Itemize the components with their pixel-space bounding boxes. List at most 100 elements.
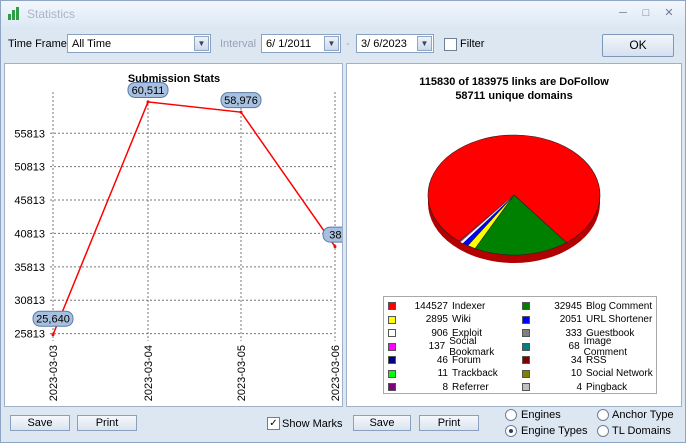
legend-label: Social Network — [586, 368, 653, 379]
interval-label: Interval — [220, 38, 257, 50]
legend-label: RSS — [586, 354, 607, 366]
statistics-window: Statistics ─ □ ✕ Time Frame All Time ▼ I… — [0, 0, 686, 443]
legend-value: 2051 — [559, 314, 582, 325]
legend-value: 46 — [436, 354, 448, 366]
legend-item: 46 Forum — [388, 353, 520, 367]
tl-domains-radio[interactable] — [597, 425, 609, 437]
toolbar: Time Frame All Time ▼ Interval 6/ 1/2011… — [1, 29, 685, 61]
point-label: 60,511 — [132, 85, 165, 97]
engines-radio-label: Engines — [521, 409, 561, 421]
engine-types-radio-label: Engine Types — [521, 425, 588, 437]
anchor-type-radio[interactable] — [597, 409, 609, 421]
legend-value: 906 — [431, 327, 448, 339]
submission-stats-chart: Submission Stats 25813308133581340813458… — [14, 73, 364, 401]
legend-label: Wiki — [452, 314, 471, 325]
app-icon — [7, 7, 21, 21]
legend-label: Indexer — [452, 300, 486, 312]
legend-swatch — [388, 315, 396, 324]
chevron-down-icon[interactable]: ▼ — [194, 36, 209, 51]
legend-value: 11 — [437, 368, 448, 379]
point-label: 38,84 — [329, 230, 342, 242]
tl-domains-radio-label: TL Domains — [612, 425, 671, 437]
legend-swatch — [522, 356, 530, 364]
y-tick-label: 35813 — [14, 262, 45, 274]
filter-label: Filter — [460, 38, 485, 50]
legend-value: 2895 — [425, 314, 448, 325]
legend-value: 34 — [570, 354, 582, 366]
date-to-picker[interactable]: 3/ 6/2023 ▼ — [356, 34, 434, 53]
date-from-picker[interactable]: 6/ 1/2011 ▼ — [261, 34, 341, 53]
legend-swatch — [522, 342, 530, 351]
data-point — [239, 110, 243, 114]
legend-item: 68 Image Comment — [522, 336, 654, 358]
engine-types-radio[interactable] — [505, 425, 517, 437]
legend-swatch — [388, 329, 396, 337]
legend-swatch — [522, 369, 530, 378]
y-tick-label: 25813 — [14, 329, 45, 341]
legend-value: 10 — [570, 368, 582, 379]
point-label: 25,640 — [36, 314, 70, 326]
legend-item: 137 Social Bookmark — [388, 336, 520, 358]
legend-swatch — [388, 383, 396, 391]
maximize-icon[interactable]: □ — [637, 6, 655, 20]
legend-swatch — [388, 342, 396, 351]
legend-label: Blog Comment — [586, 300, 653, 312]
y-tick-label: 50813 — [14, 162, 45, 174]
filter-checkbox[interactable] — [444, 38, 457, 51]
window-title: Statistics — [27, 7, 76, 21]
chevron-down-icon[interactable]: ▼ — [417, 36, 432, 51]
save-button[interactable]: Save — [10, 415, 70, 431]
anchor-type-radio-label: Anchor Type — [612, 409, 674, 421]
legend-item: 2051 URL Shortener — [522, 313, 654, 327]
data-point — [51, 333, 55, 337]
y-tick-label: 40813 — [14, 228, 45, 240]
legend-swatch — [388, 302, 396, 310]
x-tick-label: 2023-03-05 — [236, 345, 248, 401]
legend-item: 10 Social Network — [522, 367, 654, 381]
legend-swatch — [522, 383, 530, 391]
point-label: 58,976 — [224, 95, 258, 107]
dofollow-panel: 115830 of 183975 links are DoFollow 5871… — [346, 63, 682, 407]
submission-stats-panel: Submission Stats 25813 30813 35813 40813 458… — [4, 63, 364, 407]
pie-save-button[interactable]: Save — [353, 415, 411, 431]
legend-label: Referrer — [452, 381, 489, 393]
bottom-bar: Save Print ✓ Show Marks Save Print Engin… — [1, 407, 685, 443]
minimize-icon[interactable]: ─ — [614, 6, 632, 20]
data-point — [146, 100, 150, 104]
y-tick-label: 55813 — [14, 128, 45, 140]
legend-value: 4 — [576, 381, 582, 393]
time-frame-value: All Time — [72, 38, 112, 50]
close-icon[interactable]: ✕ — [660, 6, 678, 20]
time-frame-select[interactable]: All Time ▼ — [67, 34, 211, 53]
show-marks-checkbox[interactable]: ✓ — [267, 417, 280, 430]
show-marks-label: Show Marks — [282, 418, 343, 430]
date-to-value: 3/ 6/2023 — [361, 38, 407, 50]
date-from-value: 6/ 1/2011 — [266, 38, 312, 50]
engine-types-pie-chart — [427, 134, 601, 263]
ok-button[interactable]: OK — [602, 34, 674, 57]
legend-item: 8 Referrer — [388, 380, 520, 394]
print-button[interactable]: Print — [77, 415, 137, 431]
title-bar[interactable]: Statistics ─ □ ✕ — [1, 1, 685, 27]
time-frame-label: Time Frame — [8, 38, 67, 50]
y-tick-label: 30813 — [14, 295, 45, 307]
legend-label: Pingback — [586, 381, 628, 393]
legend-value: 333 — [565, 327, 582, 339]
legend-item: 144527 Indexer — [388, 299, 520, 313]
legend-swatch — [522, 302, 530, 310]
y-tick-label: 45813 — [14, 195, 45, 207]
engines-radio[interactable] — [505, 409, 517, 421]
pie-print-button[interactable]: Print — [419, 415, 479, 431]
legend-swatch — [522, 329, 530, 337]
legend-swatch — [522, 315, 530, 324]
legend-item: 2895 Wiki — [388, 313, 520, 327]
legend-value: 144527 — [414, 300, 448, 312]
legend-item: 11 Trackback — [388, 367, 520, 381]
chevron-down-icon[interactable]: ▼ — [324, 36, 339, 51]
legend-value: 68 — [568, 341, 580, 352]
legend-item: 32945 Blog Comment — [522, 299, 654, 313]
x-tick-label: 2023-03-03 — [48, 345, 60, 401]
legend-label: Forum — [452, 354, 481, 366]
legend-label: URL Shortener — [586, 314, 653, 325]
legend-value: 137 — [428, 341, 446, 352]
